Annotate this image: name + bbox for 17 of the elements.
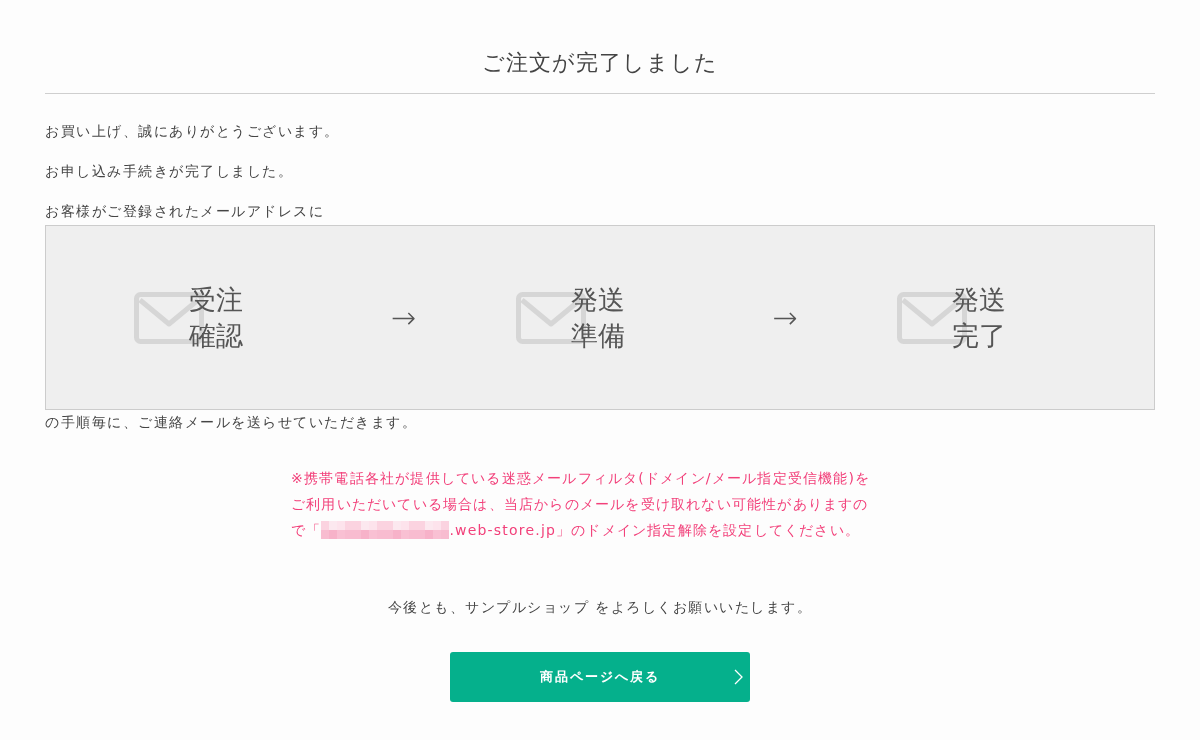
- chevron-right-icon: [734, 669, 743, 685]
- notice-text: ご利用いただいている場合は、当店からのメールを受け取れない可能性がありますの: [291, 495, 869, 514]
- notice-text: で「: [291, 521, 322, 540]
- step-label: 受注確認: [189, 282, 244, 353]
- message-text: の手順毎に、ご連絡メールを送らせていただきます。: [45, 413, 417, 432]
- page-title: ご注文が完了しました: [482, 49, 718, 77]
- step-label: 発送完了: [952, 282, 1008, 353]
- step-arrow: →: [390, 299, 417, 336]
- message-text: お買い上げ、誠にありがとうございます。: [45, 122, 340, 141]
- notice-text: .web-store.jp」のドメイン指定解除を設定してください。: [449, 521, 861, 540]
- back-to-products-button[interactable]: 商品ページへ戻る: [450, 652, 750, 702]
- message-text: お客様がご登録されたメールアドレスに: [45, 202, 324, 221]
- step-label: 発送準備: [570, 282, 626, 353]
- closing-text: 今後とも、サンプルショップ をよろしくお願いいたします。: [387, 598, 813, 617]
- notice-text: ※携帯電話各社が提供している迷惑メールフィルタ(ドメイン/メール指定受信機能)を: [291, 469, 871, 488]
- message-text: お申し込み手続きが完了しました。: [45, 162, 293, 181]
- step-arrow: →: [772, 299, 799, 336]
